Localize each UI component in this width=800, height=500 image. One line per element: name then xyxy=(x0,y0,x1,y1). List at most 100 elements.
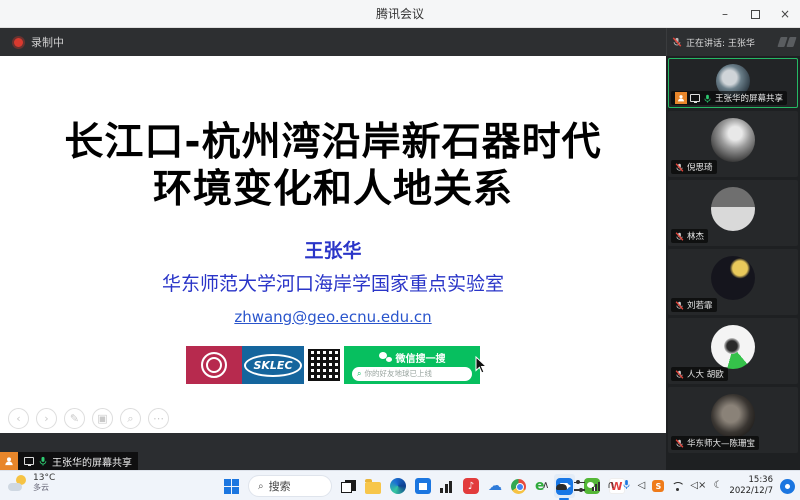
muted-mic-icon xyxy=(675,232,684,241)
close-button[interactable]: × xyxy=(770,0,800,28)
taskbar-search[interactable]: ⌕ 搜索 xyxy=(248,475,332,497)
qr-code-icon xyxy=(308,349,340,381)
speaking-bar: 正在讲话: 王张华 xyxy=(666,28,800,56)
sklec-logo: SKLEC xyxy=(244,354,301,377)
bottom-strip: 王张华的屏幕共享 xyxy=(0,433,666,470)
participant-name: 华东师大—陈珊宝 xyxy=(687,437,755,449)
stats-tray-icon[interactable] xyxy=(592,482,600,491)
screen-share-icon xyxy=(24,457,34,465)
stocks-app-icon[interactable] xyxy=(440,480,454,493)
volume-indicator-icon xyxy=(779,37,795,47)
windows-taskbar: 13°C 多云 ⌕ 搜索 ♪ ☁ e W xyxy=(0,470,800,500)
weather-icon xyxy=(8,475,28,491)
participant-tile[interactable]: 倪思琦 xyxy=(668,111,798,177)
participant-tile[interactable]: 林杰 xyxy=(668,180,798,246)
recording-dot-icon xyxy=(14,38,23,47)
ecnu-seal-segment xyxy=(186,346,242,384)
email-link[interactable]: zhwang@geo.ecnu.edu.cn xyxy=(234,308,431,326)
tray-expand-icon[interactable]: ∧ xyxy=(542,481,549,491)
participant-name: 林杰 xyxy=(687,230,704,242)
share-badge: 王张华的屏幕共享 xyxy=(0,452,138,470)
participant-tiles: 王张华的屏幕共享 倪思琦 林杰 xyxy=(666,56,800,455)
mic-on-icon xyxy=(703,94,712,103)
settings-sliders-icon[interactable] xyxy=(574,482,585,491)
window-titlebar[interactable]: 腾讯会议 – × xyxy=(0,0,800,28)
task-view-button[interactable] xyxy=(341,480,356,493)
screenshot-button[interactable]: ▣ xyxy=(92,408,113,429)
night-mode-icon[interactable]: ☾ xyxy=(713,481,722,491)
next-page-button[interactable]: › xyxy=(36,408,57,429)
chrome-browser-icon[interactable] xyxy=(511,479,526,494)
presenter-icon xyxy=(675,92,687,104)
more-button[interactable]: ⋯ xyxy=(148,408,169,429)
notification-center-button[interactable] xyxy=(780,479,795,494)
system-tray: ∧ ∩ ◁ S ◁× ☾ 15:36 2022/12/7 xyxy=(542,471,795,500)
tray-app-icon[interactable] xyxy=(556,484,567,490)
participant-name: 刘若霏 xyxy=(687,299,713,311)
screen-share-icon xyxy=(690,94,700,102)
wechat-icon xyxy=(379,352,392,362)
360-security-icon[interactable]: S xyxy=(652,480,664,492)
tencent-meeting-window: 腾讯会议 – × 录制中 长江口-杭州湾沿岸新石器时代 环境变化和人地关系 王张… xyxy=(0,0,800,500)
file-explorer-icon[interactable] xyxy=(365,482,381,494)
minimize-button[interactable]: – xyxy=(710,0,740,28)
qr-code-segment xyxy=(304,346,344,384)
prev-page-button[interactable]: ‹ xyxy=(8,408,29,429)
clock-date: 2022/12/7 xyxy=(729,486,773,497)
participant-name: 倪思琦 xyxy=(687,161,713,173)
mic-on-icon xyxy=(38,456,48,466)
participant-tile[interactable]: 华东师大—陈珊宝 xyxy=(668,387,798,453)
maximize-button[interactable] xyxy=(740,0,770,28)
muted-mic-icon xyxy=(675,163,684,172)
search-icon: ⌕ xyxy=(258,481,264,492)
wechat-banner: SKLEC 微信搜一搜 ⌕ 你的好友地球已上线 xyxy=(186,346,480,384)
participant-name: 王张华的屏幕共享 xyxy=(715,92,783,104)
wechat-search-title: 微信搜一搜 xyxy=(396,350,446,365)
avatar xyxy=(711,187,755,231)
search-label: 搜索 xyxy=(269,478,291,494)
avatar xyxy=(711,118,755,162)
taskbar-clock[interactable]: 15:36 2022/12/7 xyxy=(729,475,773,496)
main-stage: 录制中 长江口-杭州湾沿岸新石器时代 环境变化和人地关系 王张华 华东师范大学河… xyxy=(0,28,666,470)
meeting-topbar: 录制中 xyxy=(0,28,666,56)
zoom-button[interactable]: ⌕ xyxy=(120,408,141,429)
pen-button[interactable]: ✎ xyxy=(64,408,85,429)
cloud-drive-icon[interactable]: ☁ xyxy=(488,478,502,494)
speaker-tray-icon[interactable]: ◁ xyxy=(638,481,646,491)
avatar xyxy=(711,394,755,438)
muted-mic-icon xyxy=(675,301,684,310)
shared-slide: 长江口-杭州湾沿岸新石器时代 环境变化和人地关系 王张华 华东师范大学河口海岸学… xyxy=(0,56,666,433)
clock-time: 15:36 xyxy=(729,475,773,486)
wifi-icon[interactable] xyxy=(671,482,683,491)
edge-browser-icon[interactable] xyxy=(390,478,406,494)
wechat-search-box: ⌕ 你的好友地球已上线 xyxy=(352,367,472,381)
avatar xyxy=(711,256,755,300)
sklec-segment: SKLEC xyxy=(242,346,304,384)
start-button[interactable] xyxy=(224,479,239,494)
presenter-icon xyxy=(0,452,18,470)
speaking-label: 正在讲话: 王张华 xyxy=(686,36,775,49)
avatar xyxy=(711,325,755,369)
participant-name: 人大 胡欧 xyxy=(687,368,724,380)
participant-tile-active[interactable]: 王张华的屏幕共享 xyxy=(668,58,798,108)
wechat-search-segment: 微信搜一搜 ⌕ 你的好友地球已上线 xyxy=(344,346,480,384)
microsoft-store-icon[interactable] xyxy=(415,478,431,494)
participant-tile[interactable]: 人大 胡欧 xyxy=(668,318,798,384)
mic-tray-icon[interactable] xyxy=(622,479,631,493)
slide-author: 王张华 xyxy=(0,236,666,263)
annotation-toolbar: ‹ › ✎ ▣ ⌕ ⋯ xyxy=(8,408,169,429)
muted-mic-icon xyxy=(675,439,684,448)
headset-tray-icon[interactable]: ∩ xyxy=(607,481,614,491)
music-app-icon[interactable]: ♪ xyxy=(463,478,479,494)
slide-title-line2: 环境变化和人地关系 xyxy=(0,167,666,214)
taskbar-weather[interactable]: 13°C 多云 xyxy=(8,474,55,493)
slide-title-line1: 长江口-杭州湾沿岸新石器时代 xyxy=(0,120,666,167)
mouse-cursor xyxy=(475,356,487,378)
muted-mic-icon xyxy=(672,37,682,47)
volume-muted-icon[interactable]: ◁× xyxy=(690,481,706,491)
window-title: 腾讯会议 xyxy=(376,5,424,22)
maximize-icon xyxy=(751,10,760,19)
participant-tile[interactable]: 刘若霏 xyxy=(668,249,798,315)
muted-mic-icon xyxy=(675,370,684,379)
wechat-search-text: 你的好友地球已上线 xyxy=(364,368,432,379)
